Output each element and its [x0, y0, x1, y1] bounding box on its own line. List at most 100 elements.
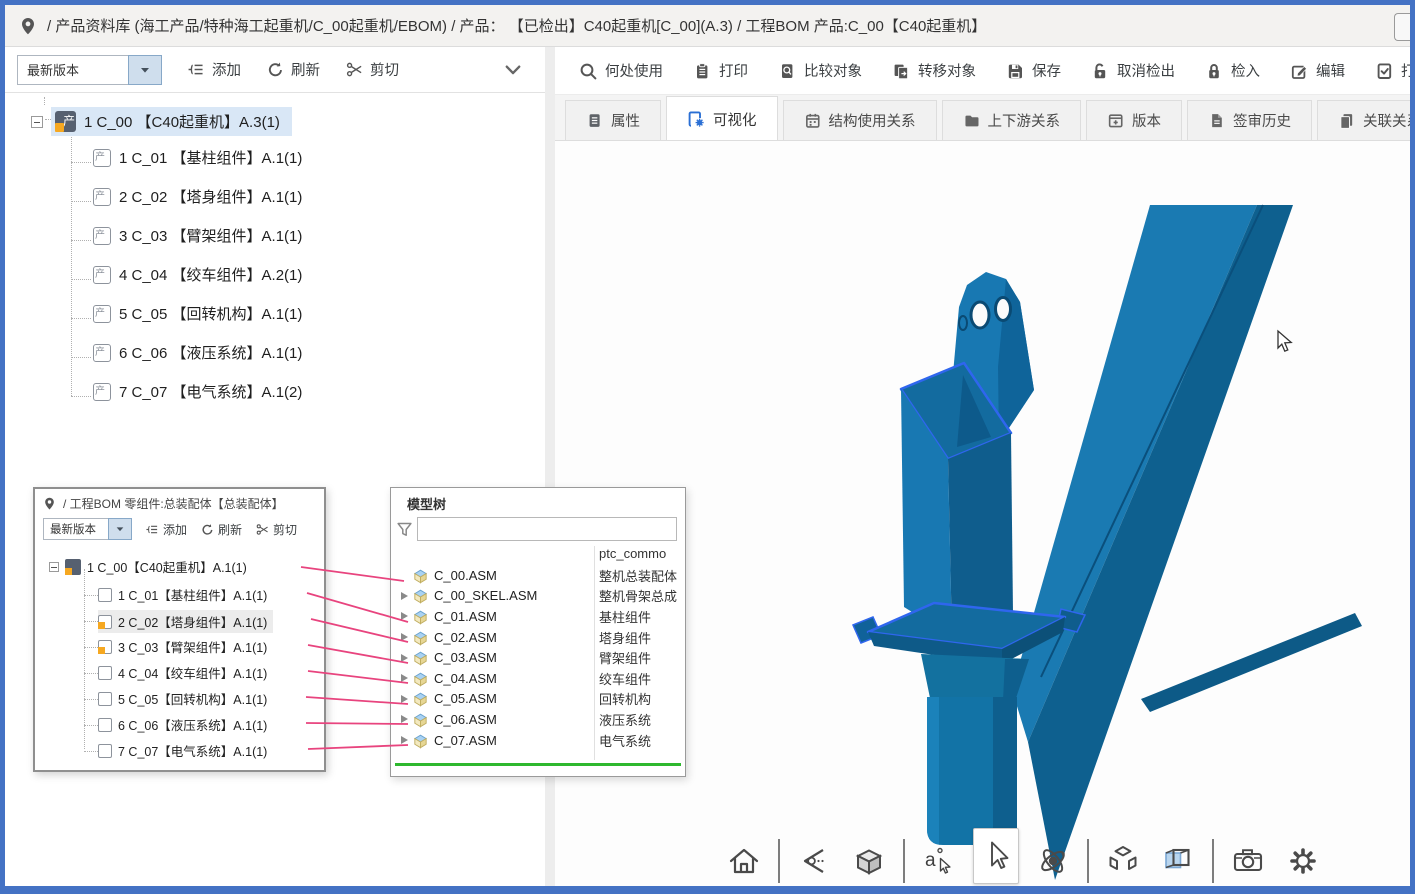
- tab-review-history[interactable]: 签审历史: [1187, 100, 1312, 140]
- model-tree-row[interactable]: C_00_SKEL.ASM整机骨架总成: [391, 586, 685, 607]
- snapshot-button[interactable]: [1227, 838, 1269, 884]
- cancel-checkout-label: 取消检出: [1117, 60, 1175, 81]
- tree-row[interactable]: 产6 C_06 【液压系统】A.1(1): [93, 342, 302, 363]
- expand-arrow-icon[interactable]: [396, 695, 412, 703]
- refresh-button[interactable]: 刷新: [267, 59, 320, 80]
- tree-row[interactable]: 产7 C_07 【电气系统】A.1(2): [93, 381, 302, 402]
- model-tree-column-header[interactable]: ptc_commo: [391, 545, 685, 565]
- filter-input[interactable]: [417, 517, 677, 541]
- tab-visualization[interactable]: 可视化: [666, 96, 778, 141]
- tree-row[interactable]: 产4 C_04 【绞车组件】A.2(1): [93, 264, 302, 285]
- print-button[interactable]: 打印: [693, 60, 748, 81]
- shaded-cube-button[interactable]: [848, 838, 890, 884]
- assembly-cube-icon: [412, 649, 429, 666]
- tab-associations[interactable]: 关联关系: [1317, 100, 1410, 140]
- expand-arrow-icon[interactable]: [396, 592, 412, 600]
- gear-icon: [1285, 843, 1321, 879]
- tab-structure-usage[interactable]: 结构使用关系: [783, 100, 937, 140]
- model-name: C_05.ASM: [434, 691, 497, 706]
- model-tree-row[interactable]: C_01.ASM基柱组件: [391, 606, 685, 627]
- overlay-tree-root[interactable]: 1 C_00【C40起重机】A.1(1): [49, 557, 247, 576]
- tab-strip: 属性 可视化 结构使用关系 上下游关系 版本 签审历史 关联关系: [555, 95, 1410, 141]
- overlay-tree-row[interactable]: 7 C_07【电气系统】A.1(1): [98, 741, 267, 760]
- tree-row[interactable]: 产2 C_02 【塔身组件】A.1(1): [93, 186, 302, 207]
- overlay-cut-button[interactable]: 剪切: [256, 521, 297, 538]
- clipped-action-button[interactable]: 打: [1375, 60, 1410, 81]
- tree-row-root[interactable]: 产 1 C_00 【C40起重机】A.3(1): [31, 107, 292, 136]
- expand-arrow-icon[interactable]: [396, 674, 412, 682]
- column-header-label: ptc_commo: [599, 546, 666, 561]
- model-tree-panel[interactable]: 模型树 ptc_commo C_00.ASM整机总装配体 C_00_SKEL.A…: [390, 487, 686, 777]
- version-dropdown[interactable]: 最新版本: [17, 55, 129, 85]
- model-tree-row[interactable]: C_02.ASM塔身组件: [391, 627, 685, 648]
- overlay-tree-row[interactable]: 6 C_06【液压系统】A.1(1): [98, 715, 267, 734]
- overlay-tree-row[interactable]: 4 C_04【绞车组件】A.1(1): [98, 663, 267, 682]
- filter-funnel-icon[interactable]: [396, 521, 413, 538]
- section-view-button[interactable]: [1157, 838, 1199, 884]
- collapse-toggle-icon[interactable]: [31, 116, 43, 128]
- overlay-tree-row-selected[interactable]: 2 C_02【塔身组件】A.1(1): [98, 610, 273, 633]
- viewer-settings-button[interactable]: [1282, 838, 1324, 884]
- tree-row[interactable]: 产1 C_01 【基柱组件】A.1(1): [93, 147, 302, 168]
- part-icon: 产: [93, 305, 111, 323]
- transfer-button[interactable]: 转移对象: [892, 60, 976, 81]
- expand-arrow-icon[interactable]: [396, 612, 412, 620]
- ebom-overlay-window[interactable]: / 工程BOM 零组件:总装配体【总装配体】 最新版本 添加 刷新 剪切: [33, 487, 326, 772]
- exploded-view-button[interactable]: [1102, 838, 1144, 884]
- tab-updown-relations[interactable]: 上下游关系: [942, 100, 1082, 140]
- model-desc: 臂架组件: [599, 648, 651, 667]
- tree-row[interactable]: 产3 C_03 【臂架组件】A.1(1): [93, 225, 302, 246]
- tab-label: 关联关系: [1363, 110, 1410, 131]
- orbit-button[interactable]: [1032, 838, 1074, 884]
- home-button[interactable]: [723, 838, 765, 884]
- select-annotation-icon: [921, 843, 957, 879]
- overlay-version-dropdown-arrow[interactable]: [108, 518, 132, 540]
- unlock-icon: [1091, 62, 1109, 80]
- expand-arrow-icon[interactable]: [396, 654, 412, 662]
- version-dropdown-arrow[interactable]: [128, 55, 162, 85]
- expand-arrow-icon[interactable]: [396, 715, 412, 723]
- model-tree-row[interactable]: C_03.ASM臂架组件: [391, 647, 685, 668]
- clipped-action-label: 打: [1401, 60, 1410, 81]
- tab-properties[interactable]: 属性: [565, 100, 661, 140]
- tree-connector: [84, 569, 85, 749]
- expand-arrow-icon[interactable]: [396, 633, 412, 641]
- save-button[interactable]: 保存: [1006, 60, 1061, 81]
- overlay-add-button[interactable]: 添加: [146, 521, 187, 538]
- location-pin-icon: [43, 497, 56, 510]
- add-button[interactable]: 添加: [188, 59, 241, 80]
- tree-row[interactable]: 产5 C_05 【回转机构】A.1(1): [93, 303, 302, 324]
- checkin-button[interactable]: 检入: [1205, 60, 1260, 81]
- model-tree-row[interactable]: C_06.ASM液压系统: [391, 709, 685, 730]
- overlay-item-label: 2 C_02【塔身组件】A.1(1): [118, 612, 267, 631]
- model-tree-row[interactable]: C_04.ASM绞车组件: [391, 668, 685, 689]
- home-icon: [726, 843, 762, 879]
- cancel-checkout-button[interactable]: 取消检出: [1091, 60, 1175, 81]
- select-cursor-button-selected[interactable]: [973, 828, 1019, 884]
- expand-arrow-icon[interactable]: [396, 736, 412, 744]
- tree-root-selection[interactable]: 产 1 C_00 【C40起重机】A.3(1): [51, 107, 292, 136]
- model-tree-row[interactable]: C_07.ASM电气系统: [391, 730, 685, 751]
- edge-partial-button[interactable]: [1394, 13, 1410, 41]
- select-annotation-button[interactable]: [918, 838, 960, 884]
- model-tree-row[interactable]: C_00.ASM整机总装配体: [391, 565, 685, 586]
- where-used-button[interactable]: 何处使用: [579, 60, 663, 81]
- tree-connector: [84, 725, 98, 726]
- cut-button[interactable]: 剪切: [346, 59, 399, 80]
- overlay-tree-row[interactable]: 3 C_03【臂架组件】A.1(1): [98, 637, 267, 656]
- compare-button[interactable]: 比较对象: [778, 60, 862, 81]
- tree-connector: [71, 279, 91, 280]
- overlay-tree-row[interactable]: 5 C_05【回转机构】A.1(1): [98, 689, 267, 708]
- collapse-toolbar-button[interactable]: [503, 60, 523, 80]
- overlay-version-dropdown[interactable]: 最新版本: [43, 518, 109, 540]
- view-orientation-button[interactable]: [793, 838, 835, 884]
- collapse-toggle-icon[interactable]: [49, 562, 59, 572]
- model-desc: 整机骨架总成: [599, 586, 677, 605]
- tab-version[interactable]: 版本: [1086, 100, 1182, 140]
- tree-connector: [71, 396, 91, 397]
- overlay-tree-row[interactable]: 1 C_01【基柱组件】A.1(1): [98, 585, 267, 604]
- overlay-refresh-button[interactable]: 刷新: [201, 521, 242, 538]
- edit-button[interactable]: 编辑: [1290, 60, 1345, 81]
- model-tree-row[interactable]: C_05.ASM回转机构: [391, 689, 685, 710]
- model-name: C_06.ASM: [434, 712, 497, 727]
